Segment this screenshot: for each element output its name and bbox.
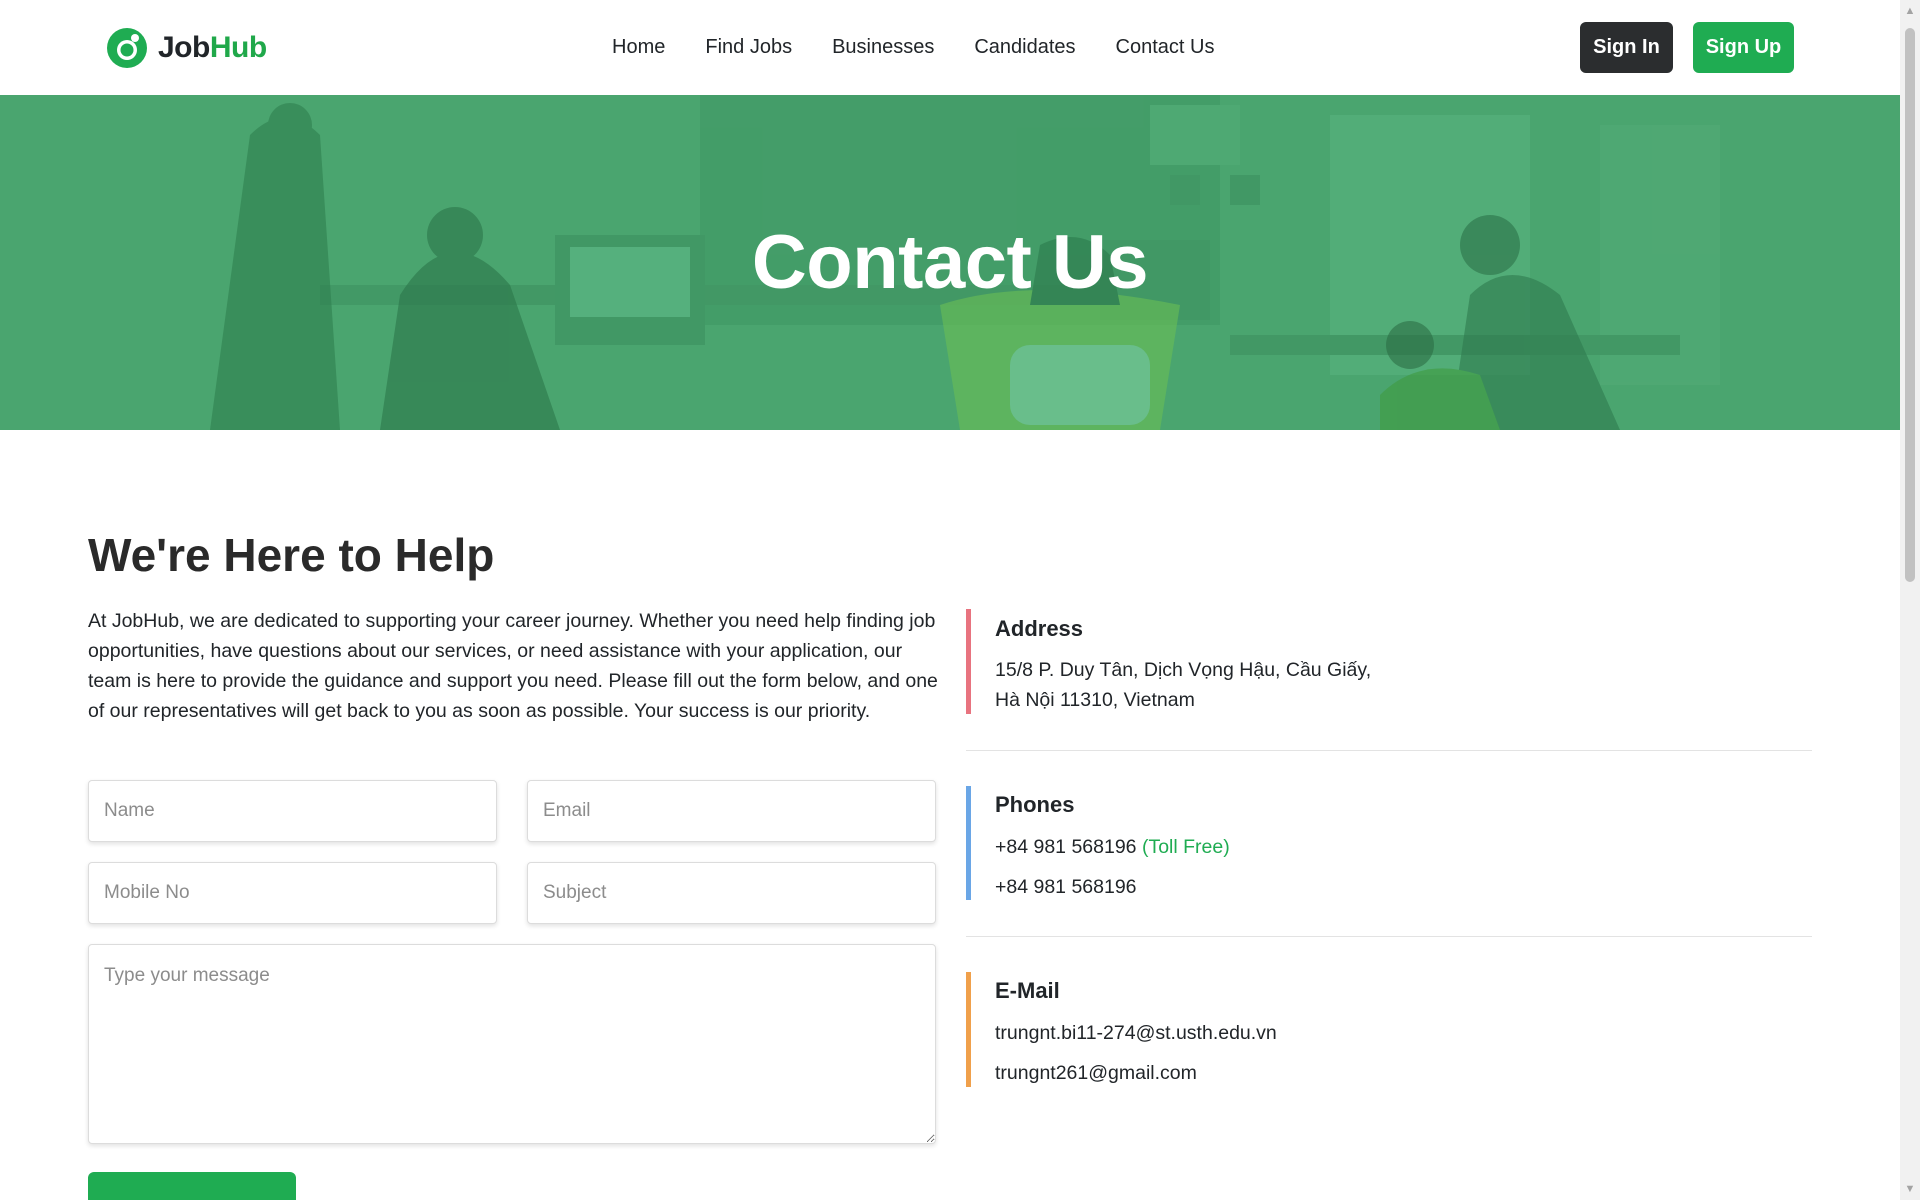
toll-free-label: (Toll Free) (1141, 836, 1230, 858)
help-heading: We're Here to Help (88, 529, 495, 581)
top-navbar: JobHub Home Find Jobs Businesses Candida… (0, 0, 1900, 95)
main-nav: Home Find Jobs Businesses Candidates Con… (612, 0, 1214, 95)
send-message-button[interactable]: Send Message (88, 1172, 296, 1200)
sign-in-button[interactable]: Sign In (1580, 22, 1673, 73)
address-accent-bar (966, 609, 971, 714)
name-input[interactable] (88, 780, 497, 842)
nav-contact-us[interactable]: Contact Us (1116, 36, 1215, 59)
sign-up-button[interactable]: Sign Up (1693, 22, 1794, 73)
brand-logo-link[interactable]: JobHub (106, 27, 267, 69)
nav-businesses[interactable]: Businesses (832, 36, 934, 59)
address-line-1: 15/8 P. Duy Tân, Dịch Vọng Hậu, Cầu Giấy… (995, 659, 1372, 681)
email-block: E-Mail trungnt.bi11-274@st.usth.edu.vn t… (966, 972, 1812, 1087)
nav-candidates[interactable]: Candidates (974, 36, 1075, 59)
email-input[interactable] (527, 780, 936, 842)
jobhub-logo-icon (107, 28, 147, 68)
hero-banner: Contact Us (0, 95, 1900, 430)
phone-number-1: +84 981 568196 (995, 836, 1137, 858)
nav-find-jobs[interactable]: Find Jobs (705, 36, 792, 59)
email-title: E-Mail (995, 978, 1060, 1003)
email-accent-bar (966, 972, 971, 1087)
scroll-up-arrow-icon[interactable]: ▲ (1900, 2, 1920, 20)
mobile-input[interactable] (88, 862, 497, 924)
info-divider (966, 936, 1812, 937)
phones-title: Phones (995, 792, 1075, 817)
address-line-2: Hà Nội 11310, Vietnam (995, 689, 1195, 711)
phone-line-1: +84 981 568196 (Toll Free) (995, 836, 1230, 859)
scrollbar-thumb[interactable] (1905, 28, 1915, 582)
info-divider (966, 750, 1812, 751)
phones-accent-bar (966, 786, 971, 900)
phones-block: Phones +84 981 568196 (Toll Free) +84 98… (966, 786, 1812, 900)
message-textarea[interactable] (88, 944, 936, 1144)
brand-name-hub: Hub (209, 31, 267, 64)
brand-name-job: Job (158, 31, 210, 64)
help-description: At JobHub, we are dedicated to supportin… (88, 610, 938, 722)
page-scrollbar[interactable]: ▲ ▼ (1900, 0, 1920, 1200)
email-address-1: trungnt.bi11-274@st.usth.edu.vn (995, 1022, 1277, 1044)
address-block: Address 15/8 P. Duy Tân, Dịch Vọng Hậu, … (966, 609, 1812, 714)
email-address-2: trungnt261@gmail.com (995, 1062, 1197, 1084)
subject-input[interactable] (527, 862, 936, 924)
address-title: Address (995, 616, 1084, 641)
brand-name: JobHub (158, 31, 267, 65)
scroll-down-arrow-icon[interactable]: ▼ (1900, 1180, 1920, 1198)
hero-title: Contact Us (751, 220, 1149, 305)
nav-home[interactable]: Home (612, 36, 665, 59)
phone-number-2: +84 981 568196 (995, 876, 1137, 898)
